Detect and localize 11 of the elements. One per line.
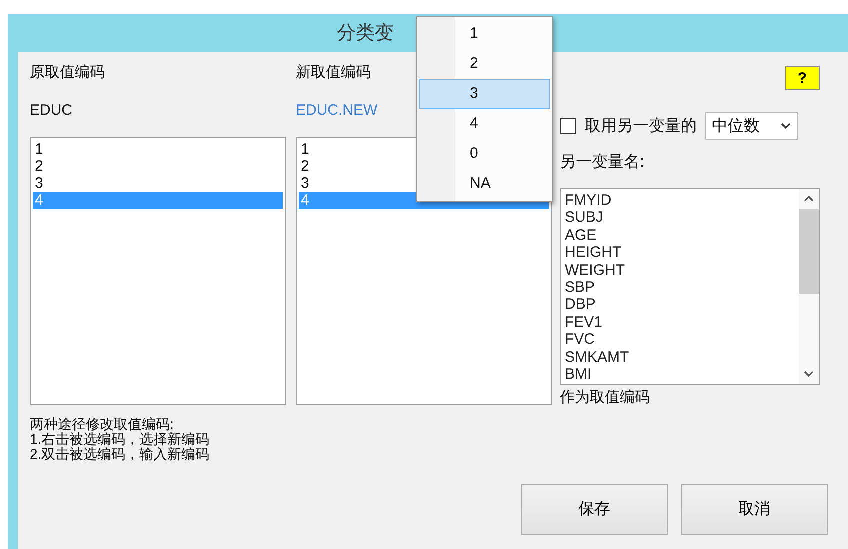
instruction-text: 2.双击被选编码，输入新编码: [30, 447, 211, 462]
checkbox-label: 取用另一变量的: [585, 116, 697, 136]
instruction-text: 两种途径修改取值编码:: [30, 417, 175, 432]
variable-name: EDUC: [30, 101, 73, 121]
caption-text: 作为取值编码: [560, 388, 651, 408]
instruction-text: 1.右击被选编码，选择新编码: [30, 432, 211, 447]
other-variable-label: 另一变量名:: [560, 153, 646, 173]
new-variable-name: EDUC.NEW: [296, 101, 378, 121]
new-code-label: 新取值编码: [296, 63, 371, 83]
window-title: 分类变: [337, 22, 394, 46]
original-code-label: 原取值编码: [30, 63, 105, 83]
